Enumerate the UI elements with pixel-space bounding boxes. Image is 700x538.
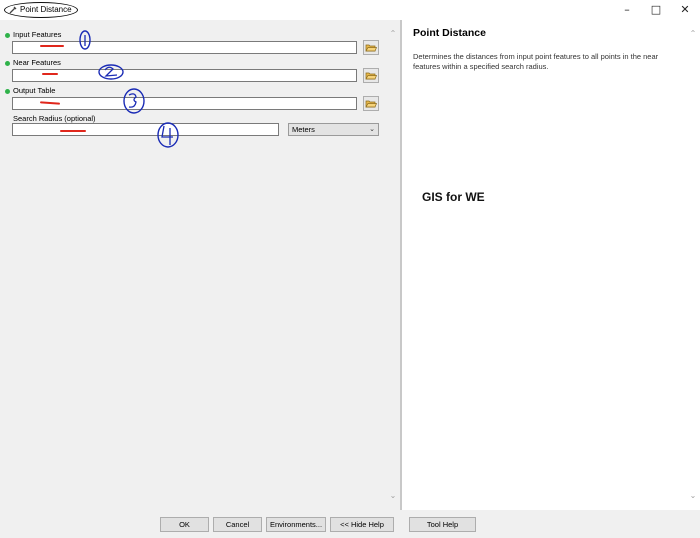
scroll-up-icon[interactable]: ⌃ — [688, 29, 698, 39]
underline-mark — [42, 73, 58, 75]
annotation-1 — [79, 30, 91, 50]
radius-unit-select[interactable]: Meters ⌄ — [288, 123, 379, 136]
folder-icon — [365, 100, 378, 108]
underline-mark — [60, 130, 86, 132]
near-features-browse-button[interactable] — [363, 68, 379, 83]
help-panel: Point Distance Determines the distances … — [402, 20, 686, 510]
environments-button[interactable]: Environments... — [266, 517, 326, 532]
maximize-icon[interactable]: □ — [649, 3, 663, 17]
underline-mark — [40, 45, 64, 47]
required-indicator-icon — [5, 89, 10, 94]
scroll-up-icon[interactable]: ⌃ — [388, 29, 398, 39]
close-icon[interactable]: ✕ — [678, 3, 692, 17]
cancel-button[interactable]: Cancel — [213, 517, 262, 532]
parameters-panel: Input Features Near Features Output Tabl… — [0, 20, 386, 510]
radius-unit-value: Meters — [292, 125, 315, 134]
required-indicator-icon — [5, 61, 10, 66]
ok-button[interactable]: OK — [160, 517, 209, 532]
folder-icon — [365, 44, 378, 52]
annotation-2 — [98, 64, 124, 80]
hide-help-button[interactable]: << Hide Help — [330, 517, 394, 532]
watermark-text: GIS for WE — [422, 190, 485, 204]
dialog-button-bar: OK Cancel Environments... << Hide Help T… — [0, 510, 700, 538]
chevron-down-icon: ⌄ — [369, 125, 375, 133]
title-bar: Point Distance – □ ✕ — [0, 0, 700, 20]
input-features-browse-button[interactable] — [363, 40, 379, 55]
near-features-field[interactable] — [12, 69, 357, 82]
search-radius-field[interactable] — [12, 123, 279, 136]
folder-icon — [365, 72, 378, 80]
annotation-3 — [123, 88, 145, 114]
required-indicator-icon — [5, 33, 10, 38]
annotation-4 — [157, 122, 179, 148]
help-scrollbar[interactable]: ⌃ ⌄ — [686, 20, 700, 510]
input-features-field[interactable] — [12, 41, 357, 54]
search-radius-label: Search Radius (optional) — [13, 114, 96, 123]
minimize-icon[interactable]: – — [620, 3, 634, 17]
tool-icon — [9, 6, 17, 14]
parameters-scrollbar[interactable]: ⌃ ⌄ — [386, 20, 400, 510]
output-table-browse-button[interactable] — [363, 96, 379, 111]
window-title: Point Distance — [20, 5, 72, 14]
help-title: Point Distance — [413, 27, 486, 39]
near-features-label: Near Features — [13, 58, 61, 67]
help-description: Determines the distances from input poin… — [413, 52, 659, 71]
output-table-label: Output Table — [13, 86, 56, 95]
scroll-down-icon[interactable]: ⌄ — [388, 491, 398, 501]
tool-help-button[interactable]: Tool Help — [409, 517, 476, 532]
output-table-field[interactable] — [12, 97, 357, 110]
input-features-label: Input Features — [13, 30, 62, 39]
scroll-down-icon[interactable]: ⌄ — [688, 491, 698, 501]
